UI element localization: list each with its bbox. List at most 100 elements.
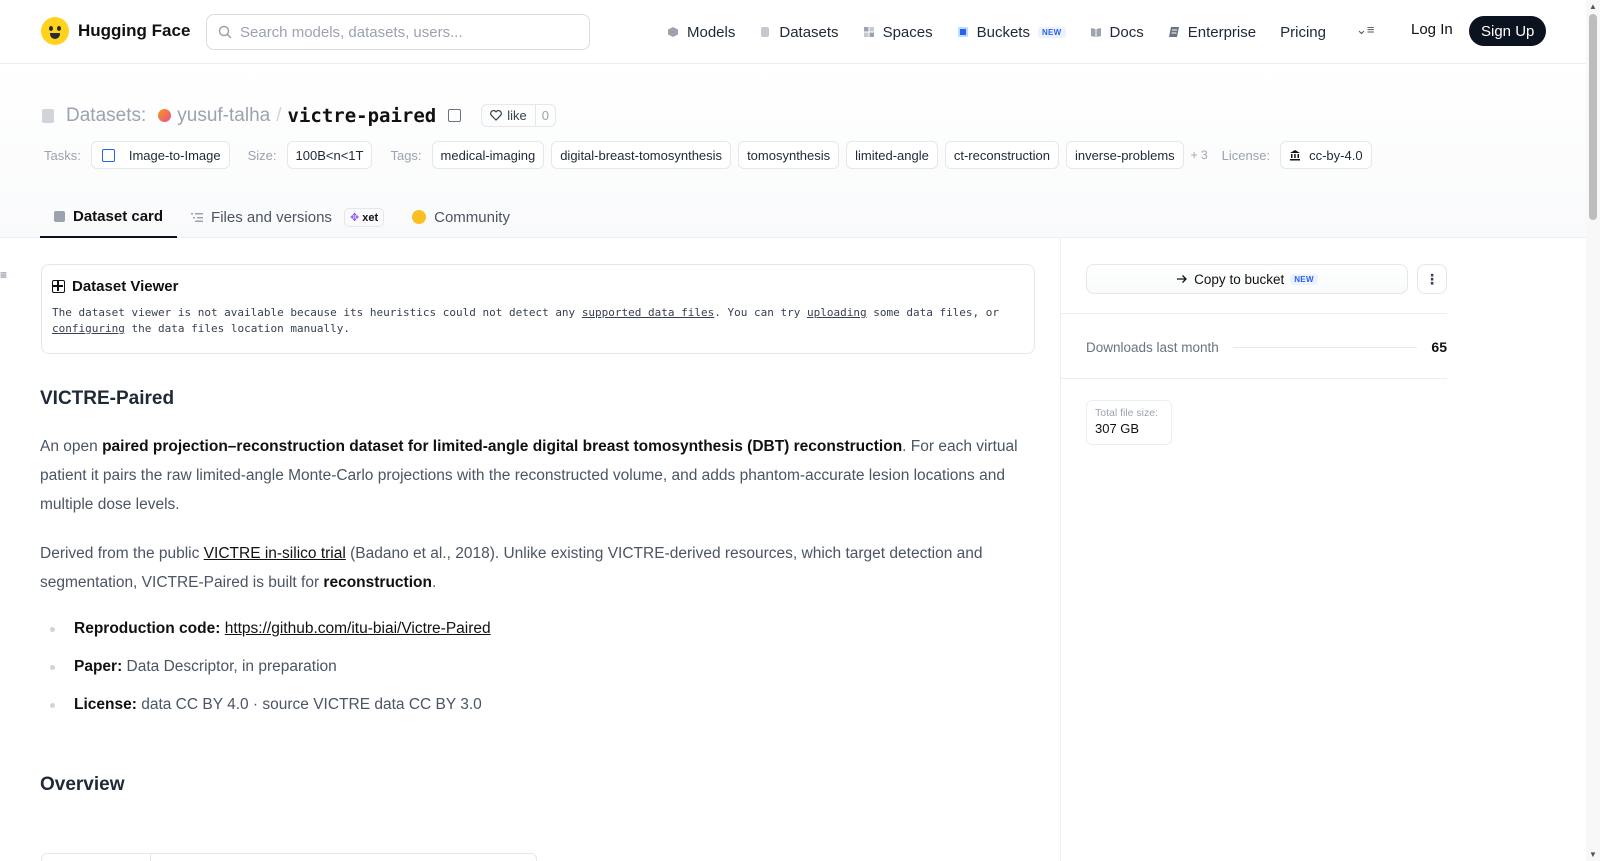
repo-title-row: Datasets: yusuf-talha / victre-paired li… xyxy=(42,104,556,127)
dataset-viewer-panel: Dataset Viewer The dataset viewer is not… xyxy=(41,264,1035,354)
list-item: Paper: Data Descriptor, in preparation xyxy=(40,655,1030,693)
downloads-label: Downloads last month xyxy=(1086,339,1219,355)
scroll-up-icon[interactable]: ▲ xyxy=(1589,2,1597,11)
viewer-msg-4: the data files location manually. xyxy=(124,322,351,335)
uploading-link[interactable]: uploading xyxy=(807,306,867,319)
cube-icon xyxy=(668,27,678,37)
xet-badge: ✥ xet xyxy=(343,207,385,227)
database-icon xyxy=(42,108,54,123)
signup-button[interactable]: Sign Up xyxy=(1469,16,1547,46)
p2-pre: Derived from the public xyxy=(40,545,204,562)
size-label: Total file size: xyxy=(1095,407,1159,419)
configuring-link[interactable]: configuring xyxy=(52,322,125,335)
nav-buckets-label: Buckets xyxy=(976,23,1030,41)
downloads-stat: Downloads last month 65 xyxy=(1086,339,1447,355)
card-heading: VICTRE-Paired xyxy=(40,388,175,409)
p2-bold: reconstruction xyxy=(323,574,432,591)
nav-docs-label: Docs xyxy=(1109,23,1144,41)
tab-dataset-card[interactable]: Dataset card xyxy=(40,196,178,238)
new-badge: NEW xyxy=(1037,26,1066,38)
divider xyxy=(1061,378,1447,379)
avatar[interactable] xyxy=(158,109,172,122)
tab-files-label: Files and versions xyxy=(211,208,332,226)
new-badge: NEW xyxy=(1290,273,1318,285)
tag-item[interactable]: medical-imaging xyxy=(431,141,545,169)
scroll-down-icon[interactable]: ▼ xyxy=(1589,850,1597,859)
tag-size[interactable]: 100B<n<1T xyxy=(286,141,373,169)
license-label: License: xyxy=(1221,147,1271,163)
search-box[interactable] xyxy=(206,14,590,50)
bullet-value: data CC BY 4.0 · source VICTRE data CC B… xyxy=(136,696,482,713)
victre-trial-link[interactable]: VICTRE in-silico trial xyxy=(204,545,346,562)
scrollbar-thumb[interactable] xyxy=(1589,14,1597,220)
tag-item[interactable]: inverse-problems xyxy=(1065,141,1184,169)
owner-link[interactable]: yusuf-talha xyxy=(177,105,270,127)
page-scrollbar[interactable]: ▲ ▼ xyxy=(1586,0,1600,861)
nav-pricing[interactable]: Pricing xyxy=(1280,19,1326,45)
tag-license-label: cc-by-4.0 xyxy=(1309,147,1363,163)
heart-icon xyxy=(490,110,503,121)
database-icon xyxy=(761,27,770,37)
bullet-key: Reproduction code: xyxy=(74,620,221,637)
copy-to-bucket-label: Copy to bucket xyxy=(1194,271,1285,287)
downloads-sparkline xyxy=(1232,346,1418,348)
p1-bold: paired projection–reconstruction dataset… xyxy=(102,438,903,455)
repo-name[interactable]: victre-paired xyxy=(288,105,437,127)
bullet-key: Paper: xyxy=(74,658,123,675)
like-count: 0 xyxy=(541,108,549,123)
nav-datasets[interactable]: Datasets xyxy=(759,19,839,45)
tag-item[interactable]: digital-breast-tomosynthesis xyxy=(551,141,732,169)
path-separator: / xyxy=(276,104,282,126)
repo-tabs: Dataset card Files and versions ✥ xet Co… xyxy=(40,196,524,238)
nav-spaces[interactable]: Spaces xyxy=(863,19,933,45)
supported-data-files-link[interactable]: supported data files xyxy=(582,306,714,319)
tags-label: Tags: xyxy=(390,147,422,163)
bullet-key: License: xyxy=(74,696,137,713)
nav-docs[interactable]: Docs xyxy=(1090,19,1144,45)
tab-files-and-versions[interactable]: Files and versions ✥ xet xyxy=(177,196,398,238)
like-label: like xyxy=(507,108,527,123)
nav-enterprise[interactable]: Enterprise xyxy=(1168,19,1256,45)
book-icon xyxy=(1090,28,1101,37)
files-icon xyxy=(191,212,204,222)
tag-item[interactable]: ct-reconstruction xyxy=(944,141,1059,169)
like-button[interactable]: like 0 xyxy=(481,104,556,127)
tag-item[interactable]: limited-angle xyxy=(846,141,938,169)
tag-license[interactable]: cc-by-4.0 xyxy=(1280,141,1372,169)
menu-icon[interactable]: ⌄≡ xyxy=(1356,22,1374,38)
card-bullets: Reproduction code: https://github.com/it… xyxy=(40,617,1030,731)
brand-home-link[interactable]: Hugging Face xyxy=(41,17,190,45)
nav-models[interactable]: Models xyxy=(667,19,735,45)
tags-more-link[interactable]: + 3 xyxy=(1191,148,1208,162)
dataset-viewer-title-text: Dataset Viewer xyxy=(72,278,179,295)
nav-models-label: Models xyxy=(687,23,736,41)
viewer-msg-2: . You can try xyxy=(714,306,807,319)
reproduction-code-link[interactable]: https://github.com/itu-biai/Victre-Paire… xyxy=(225,620,491,637)
tab-community[interactable]: Community xyxy=(398,196,524,238)
tag-task-label: Image-to-Image xyxy=(128,147,221,163)
bullet-value: Data Descriptor, in preparation xyxy=(122,658,337,675)
search-icon xyxy=(218,25,232,39)
tag-item[interactable]: tomosynthesis xyxy=(738,141,840,169)
more-options-icon[interactable]: ⋮ xyxy=(1417,264,1447,294)
login-link[interactable]: Log In xyxy=(1411,21,1453,38)
search-input[interactable] xyxy=(240,23,570,41)
tag-task[interactable]: Image-to-Image xyxy=(90,141,230,169)
nav-pricing-label: Pricing xyxy=(1280,23,1326,41)
copy-to-bucket-button[interactable]: Copy to bucket NEW xyxy=(1086,264,1408,294)
list-item: Reproduction code: https://github.com/it… xyxy=(40,617,1030,655)
nav-enterprise-label: Enterprise xyxy=(1187,23,1257,41)
card-paragraph-1: An open paired projection–reconstruction… xyxy=(40,432,1030,519)
nav-buckets[interactable]: Buckets NEW xyxy=(957,19,1066,45)
tasks-label: Tasks: xyxy=(44,147,81,163)
divider xyxy=(1061,313,1447,314)
overview-heading: Overview xyxy=(40,774,125,795)
sidebar-divider xyxy=(1060,238,1061,861)
section-label[interactable]: Datasets: xyxy=(66,105,146,127)
copy-icon[interactable] xyxy=(448,109,462,122)
overview-table xyxy=(41,853,537,861)
sidebar-toggle-icon[interactable]: ≡ xyxy=(0,268,7,282)
downloads-value: 65 xyxy=(1431,339,1447,355)
nav-links: Models Datasets Spaces Buckets NEW Docs … xyxy=(667,19,1350,45)
size-label: Size: xyxy=(247,147,277,163)
